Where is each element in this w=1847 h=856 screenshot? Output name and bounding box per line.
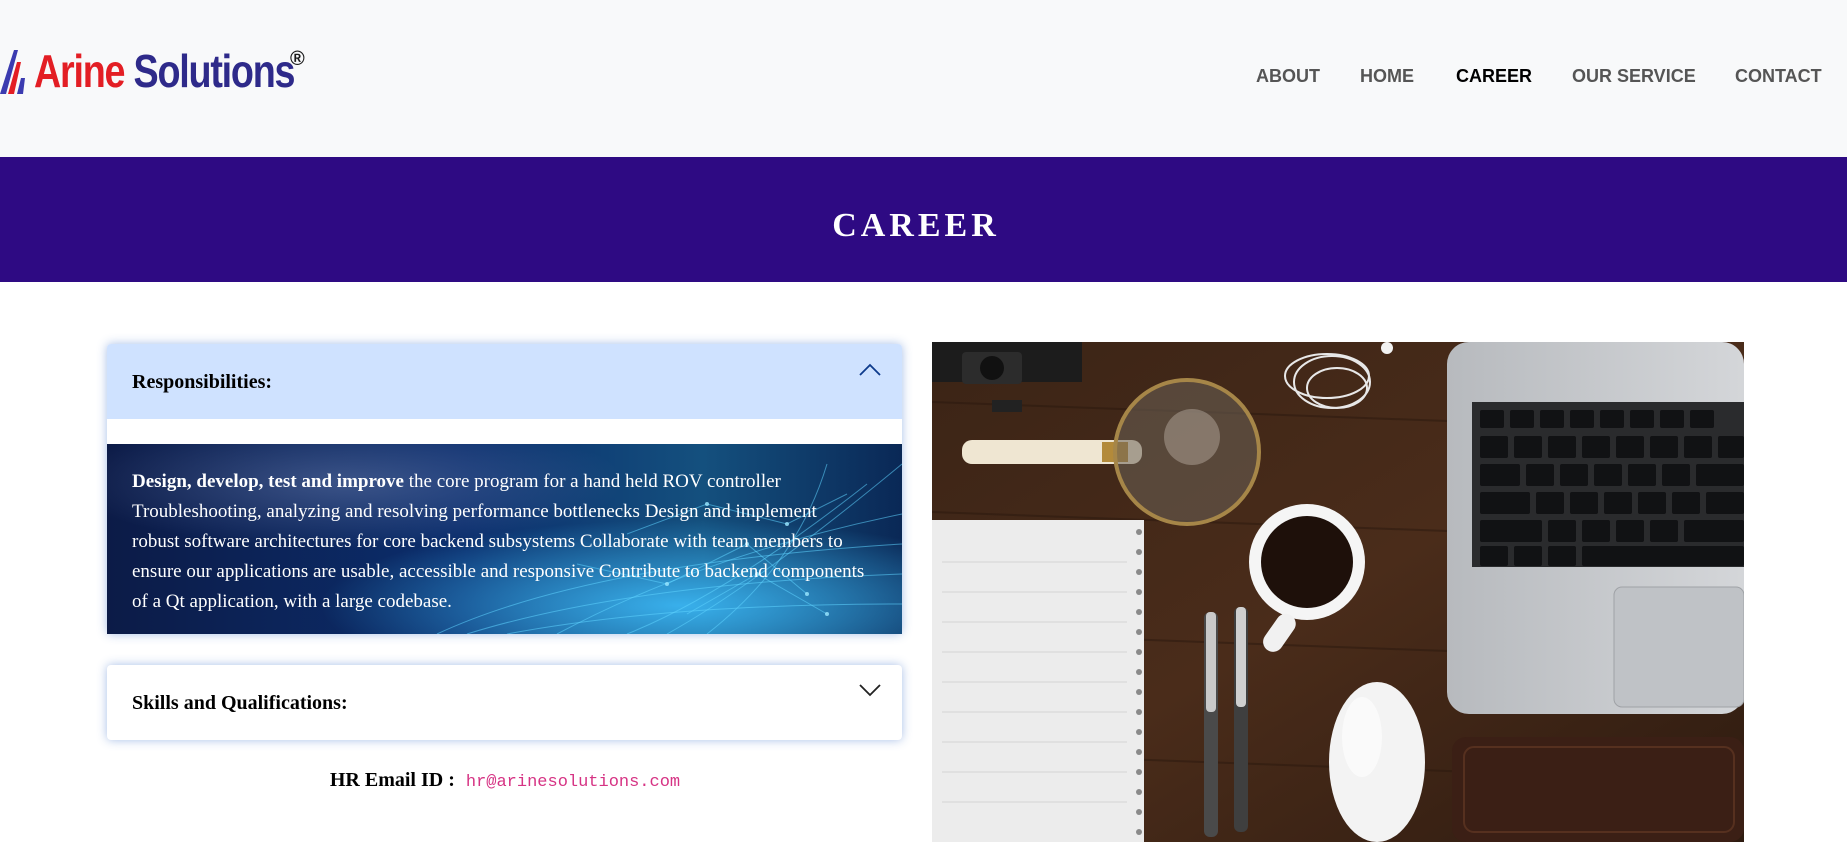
accordion-skills[interactable]: Skills and Qualifications: xyxy=(107,665,902,740)
hr-email-line: HR Email ID : hr@arinesolutions.com xyxy=(0,769,1010,792)
nav-contact[interactable]: CONTACT xyxy=(1735,66,1822,87)
page-banner: CAREER xyxy=(0,157,1847,282)
accordion-responsibilities: Responsibilities: Design, develop, test … xyxy=(107,344,902,634)
chevron-down-icon[interactable] xyxy=(858,682,882,698)
desk-workspace-photo xyxy=(932,342,1744,842)
nav-career[interactable]: CAREER xyxy=(1456,66,1532,87)
responsibilities-body: the core program for a hand held ROV con… xyxy=(132,471,865,612)
accordion-body-responsibilities: Design, develop, test and improve the co… xyxy=(107,444,902,634)
responsibilities-text: Design, develop, test and improve the co… xyxy=(132,467,867,617)
accordion-header-responsibilities[interactable]: Responsibilities: xyxy=(107,344,902,419)
nav-about[interactable]: ABOUT xyxy=(1256,66,1320,87)
responsibilities-lead: Design, develop, test and improve xyxy=(132,471,404,492)
page-title: CAREER xyxy=(832,207,1000,244)
desk-illustration xyxy=(932,342,1744,842)
site-header: Arine Solutions ® ABOUT HOME CAREER OUR … xyxy=(0,0,1847,157)
nav-our-service[interactable]: OUR SERVICE xyxy=(1572,66,1696,87)
main-nav: ABOUT HOME CAREER OUR SERVICE CONTACT xyxy=(0,66,1847,90)
hr-email-label: HR Email ID : xyxy=(329,769,455,791)
hr-email-link[interactable]: hr@arinesolutions.com xyxy=(466,773,680,792)
chevron-up-icon[interactable] xyxy=(858,362,882,378)
accordion-title: Responsibilities: xyxy=(132,371,273,393)
accordion-title: Skills and Qualifications: xyxy=(132,692,348,714)
nav-home[interactable]: HOME xyxy=(1360,66,1414,87)
